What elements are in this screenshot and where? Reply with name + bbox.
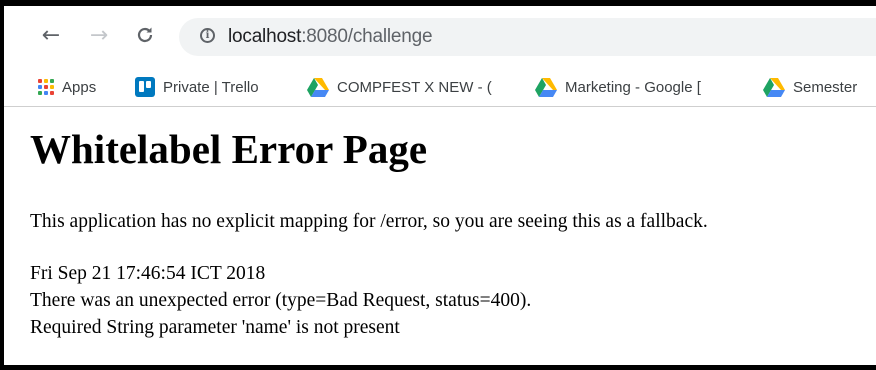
bookmarks-bar: Apps Private | Trello COMPFEST X NEW - ( [4, 68, 876, 107]
google-drive-icon [535, 77, 557, 97]
back-button[interactable]: ← [36, 20, 66, 50]
back-arrow-icon: ← [41, 22, 61, 48]
url-path: :8080/challenge [301, 26, 433, 47]
google-drive-icon [307, 77, 329, 97]
bookmark-label: Private | Trello [163, 78, 259, 96]
browser-chrome: ← → i localhost:8080/challenge Apps Priv… [4, 6, 876, 107]
bookmark-semester[interactable]: Semester [763, 77, 857, 97]
trello-icon [135, 77, 155, 97]
google-drive-icon [763, 77, 785, 97]
error-message: This application has no explicit mapping… [30, 211, 708, 232]
error-detail: Required String parameter 'name' is not … [30, 317, 400, 338]
bookmark-label: Marketing - Google [ [565, 78, 701, 96]
bookmark-label: COMPFEST X NEW - ( [337, 78, 492, 96]
bookmark-compfest[interactable]: COMPFEST X NEW - ( [307, 77, 492, 97]
bookmark-marketing[interactable]: Marketing - Google [ [535, 77, 701, 97]
reload-button[interactable] [130, 20, 160, 50]
bookmark-trello[interactable]: Private | Trello [135, 77, 259, 97]
info-icon[interactable]: i [200, 28, 215, 43]
address-bar[interactable]: i localhost:8080/challenge [179, 18, 876, 56]
page-title: Whitelabel Error Page [30, 126, 428, 172]
bookmark-label: Semester [793, 78, 858, 96]
apps-grid-icon [38, 79, 54, 95]
reload-icon [137, 27, 153, 43]
bookmark-apps[interactable]: Apps [38, 77, 96, 97]
url-text[interactable]: localhost:8080/challenge [228, 26, 433, 48]
error-type: There was an unexpected error (type=Bad … [30, 290, 532, 311]
bookmark-label: Apps [62, 78, 97, 96]
forward-arrow-icon: → [89, 22, 109, 48]
error-timestamp: Fri Sep 21 17:46:54 ICT 2018 [30, 263, 266, 284]
forward-button[interactable]: → [84, 20, 114, 50]
url-host: localhost [228, 26, 302, 47]
browser-toolbar: ← → i localhost:8080/challenge [4, 6, 876, 66]
